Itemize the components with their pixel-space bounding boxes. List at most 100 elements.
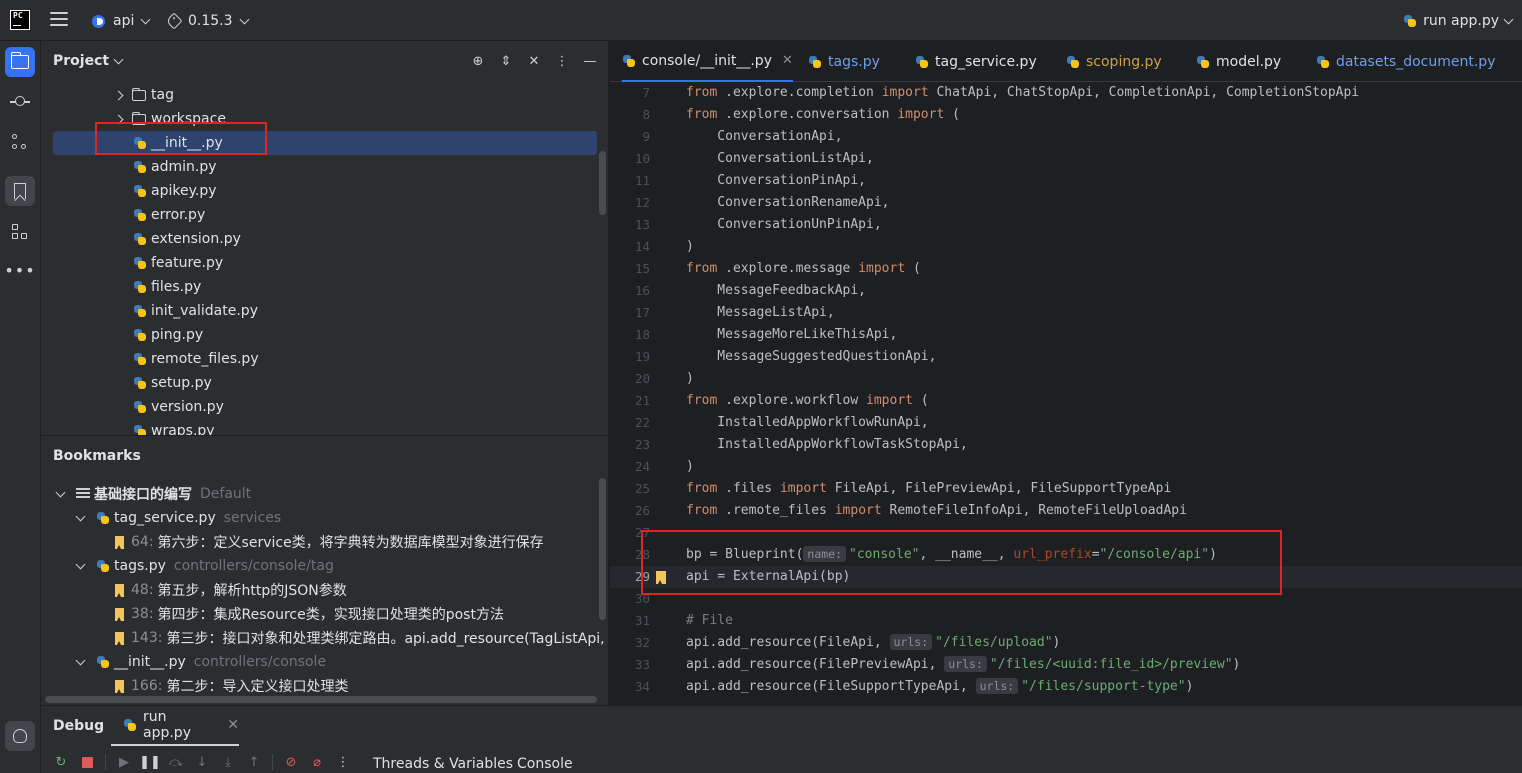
tab-console[interactable]: Console (517, 756, 573, 772)
tab-label: tag_service.py (935, 53, 1037, 70)
tab-threads-variables[interactable]: Threads & Variables (373, 756, 513, 772)
project-selector[interactable]: api (92, 10, 151, 32)
bookmark-item[interactable]: 48: 第五步，解析http的JSON参数 (115, 578, 347, 602)
tree-item-file[interactable]: feature.py (53, 251, 597, 275)
tree-item-file[interactable]: files.py (53, 275, 597, 299)
tree-item-file[interactable]: error.py (53, 203, 597, 227)
bookmark-group[interactable]: 基础接口的编写 Default (55, 482, 251, 506)
bookmark-text: 第四步：集成Resource类，实现接口处理类的post方法 (157, 607, 504, 623)
tab-tag-service[interactable]: tag_service.py (915, 41, 1037, 82)
python-icon (133, 184, 147, 198)
bookmark-flag-icon (115, 535, 124, 549)
tree-item-label: setup.py (151, 375, 212, 391)
collapse-all-icon[interactable]: ✕ (526, 53, 542, 69)
pull-requests-tool-button[interactable] (5, 127, 35, 157)
close-icon[interactable]: ✕ (782, 53, 793, 68)
debug-session-tab[interactable]: run app.py ✕ (111, 706, 239, 746)
project-scrollbar[interactable] (599, 151, 606, 215)
tree-item-file[interactable]: ping.py (53, 323, 597, 347)
bookmarks-scrollbar[interactable] (599, 478, 606, 620)
more-tools-button[interactable]: ••• (4, 256, 35, 286)
step-into-my-code-icon[interactable]: ⤓ (220, 754, 236, 770)
folder-icon (10, 52, 29, 69)
bookmark-file[interactable]: __init__.py controllers/console (75, 650, 326, 674)
bookmark-group-label: 基础接口的编写 (94, 487, 192, 503)
tree-item-file[interactable]: apikey.py (53, 179, 597, 203)
rerun-icon[interactable]: ↻ (53, 754, 69, 770)
pause-icon[interactable]: ❚❚ (139, 754, 161, 770)
close-icon[interactable]: ✕ (227, 717, 239, 733)
tree-item-file[interactable]: admin.py (53, 155, 597, 179)
bookmark-item[interactable]: 38: 第四步：集成Resource类，实现接口处理类的post方法 (115, 602, 504, 626)
tab-label: datasets_document.py (1336, 53, 1496, 70)
param-hint: urls: (975, 678, 1019, 694)
structure-tool-button[interactable] (5, 217, 35, 247)
more-icon[interactable]: ⋮ (335, 754, 351, 770)
bookmarks-tool-button[interactable] (5, 176, 35, 206)
code-line: InstalledAppWorkflowRunApi, (686, 415, 929, 430)
stop-icon[interactable] (79, 754, 95, 770)
tree-item-file[interactable]: setup.py (53, 371, 597, 395)
line-number: 33 (634, 657, 650, 672)
bookmark-item[interactable]: 143: 第三步：接口对象和处理类绑定路由。api.add_resource(T… (115, 626, 608, 650)
line-number: 26 (634, 503, 650, 518)
title-bar: PC api 0.15.3 run app.py (0, 0, 1522, 41)
tree-item-label: init_validate.py (151, 303, 258, 319)
tree-item-label: error.py (151, 207, 206, 223)
tab-scoping[interactable]: scoping.py (1066, 41, 1162, 82)
commit-tool-button[interactable] (5, 87, 35, 117)
step-over-icon[interactable]: ⤼ (168, 754, 184, 770)
code-line: InstalledAppWorkflowTaskStopApi, (686, 437, 968, 452)
code-line: ConversationPinApi, (686, 173, 867, 188)
line-number: 22 (634, 415, 650, 430)
tab-model[interactable]: model.py (1196, 41, 1281, 82)
debug-tool-button[interactable] (5, 721, 35, 751)
project-panel-tools: ⊕ ⇕ ✕ ⋮ — (470, 53, 598, 69)
folder-icon (131, 87, 146, 101)
bookmarks-hscrollbar[interactable] (45, 696, 597, 703)
tab-datasets-document[interactable]: datasets_document.py (1316, 41, 1495, 82)
tree-item-file[interactable]: extension.py (53, 227, 597, 251)
tree-item-label: files.py (151, 279, 202, 295)
bookmark-file-name: __init__.py (114, 654, 186, 670)
code-editor[interactable]: console/__init__.py ✕ tags.py tag_servic… (610, 41, 1522, 705)
python-icon (133, 232, 147, 246)
bookmark-item[interactable]: 166: 第二步：导入定义接口处理类 (115, 674, 348, 698)
tree-item-file[interactable]: remote_files.py (53, 347, 597, 371)
version-selector[interactable]: 0.15.3 (165, 10, 249, 32)
editor-tabs: console/__init__.py ✕ tags.py tag_servic… (610, 41, 1522, 82)
options-icon[interactable]: ⋮ (554, 53, 570, 69)
view-breakpoints-icon[interactable]: ⊘ (283, 754, 299, 770)
resume-icon[interactable]: ▶ (116, 754, 132, 770)
tab-tags[interactable]: tags.py (808, 41, 880, 82)
bookmark-file-path: services (223, 510, 282, 526)
bookmark-file[interactable]: tag_service.py services (75, 506, 282, 530)
tree-item-label: feature.py (151, 255, 224, 271)
tab-console-init[interactable]: console/__init__.py ✕ (622, 41, 793, 82)
locate-icon[interactable]: ⊕ (470, 53, 486, 69)
python-icon (123, 718, 137, 732)
hide-icon[interactable]: — (582, 53, 598, 69)
tree-item-folder[interactable]: tag (53, 83, 597, 107)
tree-item-file[interactable]: init_validate.py (53, 299, 597, 323)
mute-breakpoints-icon[interactable]: ⌀ (309, 754, 325, 770)
project-tool-button[interactable] (5, 47, 35, 77)
step-out-icon[interactable]: ↑ (246, 754, 262, 770)
code-line: MessageMoreLikeThisApi, (686, 327, 898, 342)
tree-item-file[interactable]: version.py (53, 395, 597, 419)
bookmark-file-name: tags.py (114, 558, 166, 574)
code-line: api.add_resource(FilePreviewApi, urls: "/… (686, 656, 1241, 672)
line-number: 25 (634, 481, 650, 496)
step-into-icon[interactable]: ↓ (194, 754, 210, 770)
bookmark-file[interactable]: tags.py controllers/console/tag (75, 554, 334, 578)
python-icon (1196, 55, 1210, 69)
code-line: from .explore.completion import ChatApi,… (686, 85, 1360, 100)
line-number: 16 (634, 283, 650, 298)
main-menu-icon[interactable] (50, 12, 68, 28)
tree-item-file[interactable]: wraps.py (53, 419, 597, 435)
run-config-selector[interactable]: run app.py (1403, 10, 1514, 32)
line-number: 13 (634, 217, 650, 232)
python-icon (133, 208, 147, 222)
expand-all-icon[interactable]: ⇕ (498, 53, 514, 69)
bookmark-item[interactable]: 64: 第六步：定义service类，将字典转为数据库模型对象进行保存 (115, 530, 544, 554)
